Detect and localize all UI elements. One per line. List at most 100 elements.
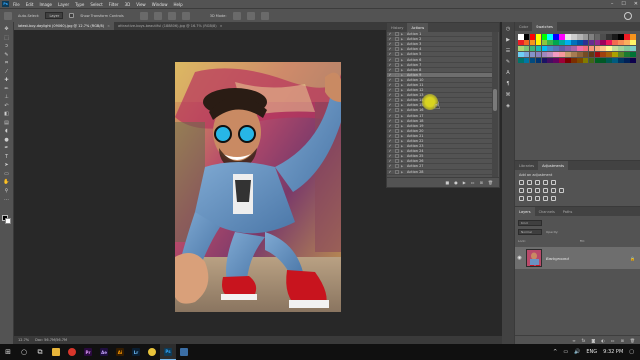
check-icon[interactable]: ✓ (387, 37, 393, 41)
tab-channels[interactable]: Channels (535, 207, 559, 216)
link-icon[interactable]: ∞ (572, 338, 575, 343)
color-swatch[interactable] (529, 51, 536, 58)
tab-document-1[interactable]: latest-boy-daylight (09060).jpg @ 12.7% … (14, 22, 115, 30)
levels-icon[interactable] (527, 180, 532, 185)
move-tool-icon[interactable]: ✥ (2, 26, 11, 33)
color-swatch[interactable] (606, 57, 612, 64)
menu-filter[interactable]: Filter (109, 2, 119, 7)
color-swatch[interactable] (588, 45, 595, 52)
check-icon[interactable]: ✓ (387, 68, 393, 72)
check-icon[interactable]: ✓ (387, 63, 393, 67)
layer-row-background[interactable]: ◉ Background 🔒 (515, 247, 640, 269)
stop-icon[interactable]: ■ (445, 180, 449, 185)
tab-swatches[interactable]: Swatches (532, 22, 557, 31)
file-explorer-icon[interactable] (48, 344, 64, 360)
check-icon[interactable]: ✓ (387, 108, 393, 112)
color-swatch[interactable] (629, 51, 636, 58)
lightroom-icon[interactable]: Lr (128, 344, 144, 360)
network-icon[interactable]: ▭ (563, 349, 568, 355)
move-tool-icon[interactable] (4, 11, 12, 20)
tab-libraries[interactable]: Libraries (515, 161, 538, 170)
vibrance-icon[interactable] (551, 180, 556, 185)
color-swatch[interactable] (612, 57, 618, 64)
check-icon[interactable]: ✓ (387, 103, 393, 107)
color-swatch[interactable] (559, 34, 565, 40)
color-swatch[interactable] (523, 45, 530, 52)
canvas-area[interactable] (14, 30, 386, 336)
color-swatch[interactable] (547, 57, 554, 64)
menu-window[interactable]: Window (152, 2, 168, 7)
color-swatch[interactable] (612, 45, 618, 52)
crop-tool-icon[interactable]: ⌗ (2, 60, 11, 67)
check-icon[interactable]: ✓ (387, 47, 393, 51)
maximize-icon[interactable]: ☐ (621, 1, 625, 7)
3d-rotate-icon[interactable] (232, 11, 241, 20)
3d-roll-icon[interactable] (246, 11, 255, 20)
check-icon[interactable]: ✓ (387, 124, 393, 128)
curves-icon[interactable] (535, 180, 540, 185)
app-icon[interactable] (176, 344, 192, 360)
dialog-toggle-icon[interactable] (395, 169, 399, 174)
channel-mixer-icon[interactable] (551, 188, 556, 193)
dialog-toggle-icon[interactable] (395, 128, 399, 133)
dialog-toggle-icon[interactable] (395, 103, 399, 108)
dialog-toggle-icon[interactable] (395, 139, 399, 144)
dialog-toggle-icon[interactable] (395, 159, 399, 164)
color-swatch[interactable] (600, 51, 607, 58)
start-button[interactable]: ⊞ (0, 344, 16, 360)
color-swatch[interactable] (576, 51, 583, 58)
menu-layer[interactable]: Layer (58, 2, 69, 7)
color-swatch[interactable] (576, 34, 583, 40)
check-icon[interactable]: ✓ (387, 139, 393, 143)
color-swatch[interactable] (618, 34, 624, 40)
color-swatch[interactable] (600, 34, 607, 40)
dialog-toggle-icon[interactable] (395, 123, 399, 128)
color-swatch[interactable] (529, 45, 536, 52)
hue-saturation-icon[interactable] (519, 188, 524, 193)
quick-select-icon[interactable]: ✎ (2, 52, 11, 59)
menu-view[interactable]: View (136, 2, 146, 7)
clone-stamp-icon[interactable]: ⊥ (2, 94, 11, 101)
check-icon[interactable]: ✓ (387, 114, 393, 118)
background-color[interactable] (5, 218, 11, 224)
color-swatch[interactable] (535, 57, 542, 64)
new-set-icon[interactable]: ▭ (471, 180, 475, 185)
tab-history[interactable]: History (387, 23, 407, 32)
fx-icon[interactable]: fx (582, 338, 586, 343)
color-swatch[interactable] (618, 39, 624, 46)
close-tab-icon[interactable]: × (107, 24, 110, 28)
color-swatch[interactable] (518, 45, 524, 52)
color-swatch[interactable] (576, 39, 583, 46)
color-swatch[interactable] (547, 34, 554, 40)
lasso-tool-icon[interactable]: ↄ (2, 43, 11, 50)
color-swatch[interactable] (518, 34, 524, 40)
color-swatch[interactable] (594, 34, 601, 40)
clock[interactable]: 9:32 PM (603, 349, 623, 355)
mask-icon[interactable]: ◙ (591, 338, 595, 343)
illustrator-icon[interactable]: Ai (112, 344, 128, 360)
tab-document-2[interactable]: attractive-boys-beautiful (188806).jpg @… (114, 22, 227, 30)
color-swatch[interactable] (523, 51, 530, 58)
dodge-icon[interactable]: ● (2, 137, 11, 144)
color-swatch[interactable] (600, 57, 607, 64)
dialog-toggle-icon[interactable] (395, 88, 399, 93)
check-icon[interactable]: ✓ (387, 58, 393, 62)
blend-mode-select[interactable]: Normal (518, 228, 542, 235)
tab-actions[interactable]: Actions (407, 23, 429, 32)
dialog-toggle-icon[interactable] (395, 164, 399, 169)
color-swatch[interactable] (565, 45, 571, 52)
check-icon[interactable]: ✓ (387, 83, 393, 87)
search-icon[interactable]: ○ (16, 344, 32, 360)
volume-icon[interactable]: 🔊 (574, 349, 580, 355)
color-swatch[interactable] (553, 57, 559, 64)
glyphs-icon[interactable]: ⌘ (505, 92, 512, 99)
more-tools-icon[interactable]: … (2, 196, 11, 203)
color-swatch[interactable] (582, 51, 589, 58)
transform-checkbox[interactable] (69, 13, 75, 18)
path-select-icon[interactable]: ➤ (2, 162, 11, 169)
color-swatch[interactable] (576, 45, 583, 52)
photo-filter-icon[interactable] (543, 188, 548, 193)
language-indicator[interactable]: ENG (586, 349, 597, 355)
dialog-toggle-icon[interactable] (395, 144, 399, 149)
color-swatch[interactable] (535, 45, 542, 52)
